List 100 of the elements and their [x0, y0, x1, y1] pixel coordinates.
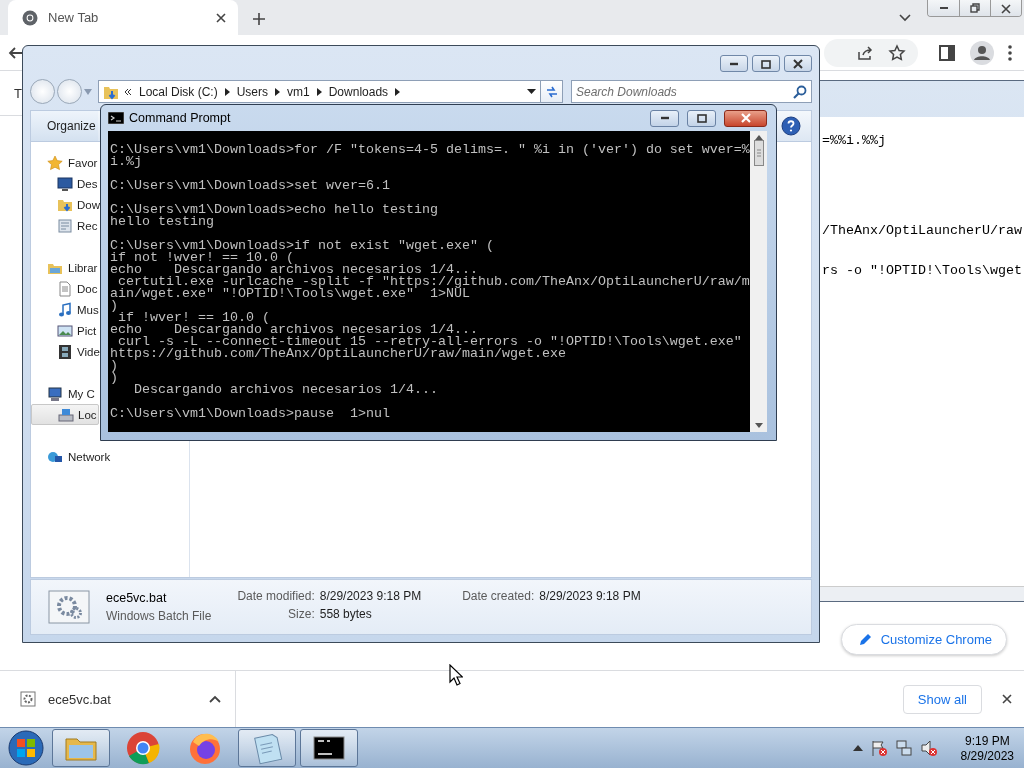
text-line: /TheAnx/OptiLauncherU/raw [822, 223, 1023, 239]
minimize-button[interactable] [928, 0, 959, 16]
nav-item[interactable]: Vide [31, 341, 101, 362]
browser-logo-icon [125, 730, 161, 766]
breadcrumb[interactable]: Users [234, 84, 271, 99]
horizontal-scrollbar[interactable] [818, 586, 1024, 601]
nav-item[interactable]: Dow [31, 194, 101, 215]
minimize-button[interactable] [650, 109, 679, 127]
star-icon [47, 154, 63, 171]
console-line: C:\Users\vm1\Downloads>if not exist "wget.exe" ( [109, 240, 495, 252]
breadcrumb[interactable]: vm1 [285, 84, 312, 99]
close-button[interactable] [990, 0, 1021, 16]
organize-button[interactable]: Organize [31, 111, 98, 141]
console-line: curl -s -L --connect-timeout 15 --retry-all-errors -o "!OPTID!\Tools\wget.exe" [118, 336, 743, 348]
console-line: certutil.exe -urlcache -split -f "https://github.com/TheAnx/OptiLauncherU/raw/m [118, 276, 750, 288]
recent-places-icon [57, 217, 73, 234]
nav-item[interactable]: Doc [31, 278, 99, 299]
nav-item[interactable]: Loc [31, 404, 99, 425]
field-value: 8/29/2023 9:18 PM [539, 589, 641, 603]
breadcrumb[interactable]: Local Disk (C:) [137, 84, 220, 99]
console-line: ain/wget.exe" "!OPTID!\Tools\wget.exe" 1>NUL [109, 288, 470, 300]
console-line: if !wver! == 10.0 ( [118, 312, 271, 324]
address-bar[interactable]: Local Disk (C:) Users vm1 Downloads [98, 80, 541, 103]
console-line: Descargando archivos necesarios 1/4... [133, 384, 439, 396]
mouse-pointer-icon [449, 664, 463, 686]
console-line: ) [109, 300, 118, 312]
caret-up-icon[interactable] [209, 695, 221, 703]
field-label: Size: [287, 607, 315, 621]
nav-item[interactable]: Des [31, 173, 99, 194]
dropdown-icon[interactable] [527, 89, 536, 94]
music-note-icon [57, 301, 73, 318]
share-icon[interactable] [856, 43, 874, 62]
maximize-button[interactable] [687, 109, 716, 127]
drive-icon [58, 406, 74, 423]
monitor-icon [57, 175, 73, 192]
breadcrumb-arrow-icon[interactable] [395, 87, 401, 96]
restore-icon [968, 2, 982, 14]
console-line: if not !wver! == 10.0 ( [109, 252, 294, 264]
breadcrumb-arrow-icon[interactable] [224, 87, 230, 96]
console-line: C:\Users\vm1\Downloads>echo hello testing [109, 204, 439, 216]
close-button[interactable] [724, 109, 767, 127]
scroll-thumb-icon[interactable] [753, 140, 764, 166]
nav-item[interactable]: Network [31, 446, 112, 467]
console-line: C:\Users\vm1\Downloads>for /F "tokens=4-5 delims=. " %i in ('ver') do set wver=% [109, 144, 750, 156]
nav-item[interactable]: Pict [31, 320, 98, 341]
close-button[interactable] [784, 55, 812, 72]
console-line: C:\Users\vm1\Downloads>pause 1>nul [109, 408, 391, 420]
maximize-button[interactable] [752, 55, 780, 72]
field-value: 8/29/2023 9:18 PM [319, 589, 422, 603]
console-icon [108, 112, 124, 124]
console-line: echo Descargando archivos necesarios 1/4... [109, 264, 478, 276]
nav-item[interactable]: Rec [31, 215, 99, 236]
search-field[interactable]: Search Downloads [571, 80, 812, 103]
refresh-icon [544, 84, 559, 99]
maximize-icon [758, 57, 774, 70]
field-value: 558 bytes [319, 607, 373, 621]
console-line: https://github.com/TheAnx/OptiLauncherU/raw/main/wget.exe [109, 348, 566, 360]
show-all-button[interactable]: Show all [902, 684, 982, 714]
restore-button[interactable] [959, 0, 990, 16]
nav-item[interactable]: Favor [31, 152, 99, 173]
menu-icon [1008, 44, 1012, 61]
breadcrumb-arrow-icon[interactable] [275, 87, 281, 96]
refresh-button[interactable] [541, 80, 563, 103]
text-area[interactable]: =%%i.%%j /TheAnx/OptiLauncherU/raw rs -o "!OPTID!\Tools\wget [818, 117, 1024, 586]
nav-item[interactable]: My C [31, 383, 96, 404]
flag-error-icon[interactable] [869, 739, 888, 757]
close-icon [1000, 692, 1014, 706]
breadcrumb-arrow-icon[interactable] [316, 87, 322, 96]
file-type: Windows Batch File [106, 609, 212, 623]
back-arrow-icon[interactable] [8, 44, 24, 61]
network-icon[interactable] [894, 739, 913, 757]
vertical-scrollbar[interactable] [750, 131, 767, 432]
help-icon[interactable] [781, 116, 801, 136]
nav-item[interactable]: Librar [31, 257, 99, 278]
show-hidden-icons-icon[interactable] [852, 745, 863, 751]
minimize-icon [659, 116, 670, 120]
clock-date: 8/29/2023 [960, 748, 1014, 763]
browser-logo-icon [22, 9, 38, 26]
nav-item[interactable]: Mus [31, 299, 100, 320]
address-bar[interactable] [824, 38, 918, 67]
scroll-down-icon[interactable] [754, 423, 763, 428]
breadcrumb[interactable]: Downloads [326, 84, 391, 99]
customize-chrome-button[interactable]: Customize Chrome [840, 624, 1007, 655]
page-text: T [14, 85, 22, 101]
volume-muted-icon[interactable] [919, 739, 938, 757]
browser-tab[interactable]: New Tab [8, 0, 238, 35]
star-icon[interactable] [888, 43, 906, 62]
minimize-icon [729, 61, 739, 66]
search-icon[interactable] [793, 84, 807, 99]
console-line: hello testing [109, 216, 215, 228]
file-name: ece5vc.bat [106, 591, 168, 605]
computer-icon [47, 385, 63, 402]
new-tab-icon[interactable] [252, 12, 266, 26]
close-icon [999, 2, 1013, 14]
clock[interactable]: 9:19 PM 8/29/2023 [960, 733, 1014, 763]
minimize-button[interactable] [720, 55, 748, 72]
start-button[interactable] [8, 730, 44, 766]
search-input[interactable]: Search Downloads [576, 84, 793, 99]
taskbar-button[interactable] [300, 729, 358, 767]
field-label: Date created: [462, 589, 535, 603]
